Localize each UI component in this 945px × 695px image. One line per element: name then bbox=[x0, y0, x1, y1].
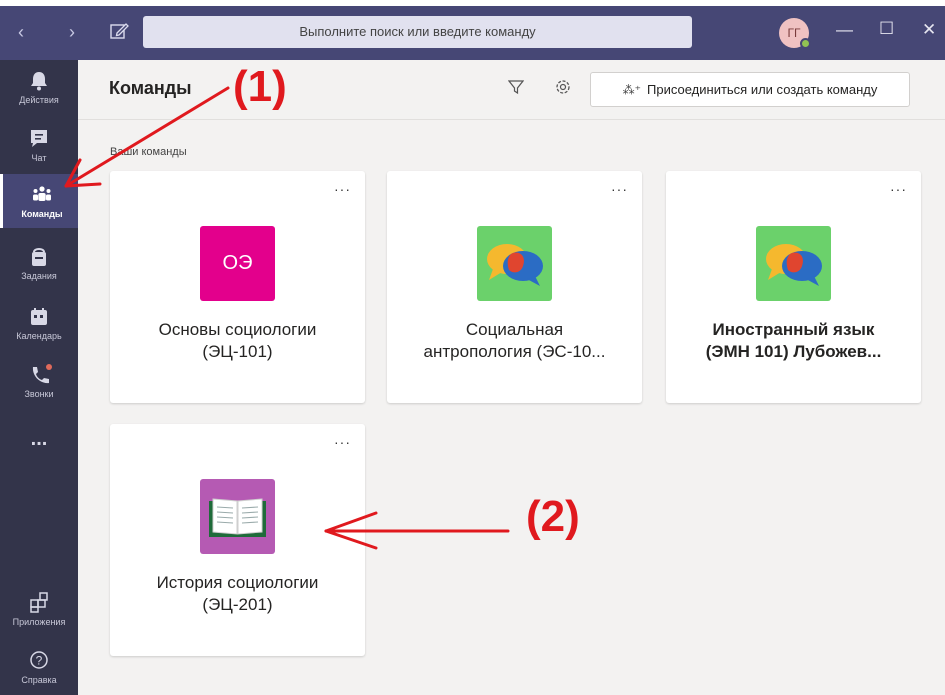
arrow-to-teams bbox=[64, 86, 230, 188]
arrow-to-card bbox=[324, 511, 510, 550]
annotation-arrows bbox=[64, 86, 510, 550]
